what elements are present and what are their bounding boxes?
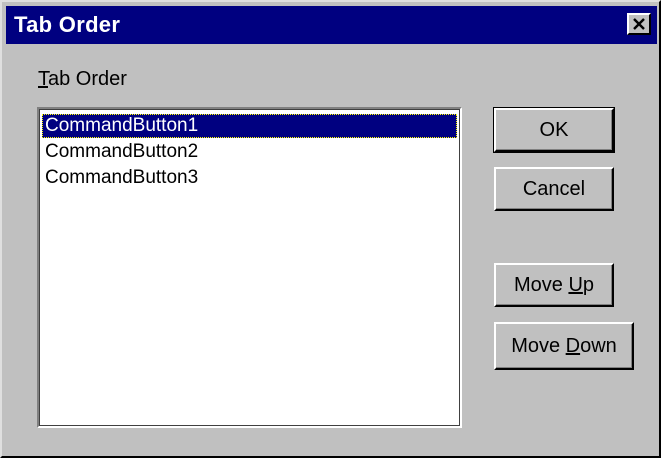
list-item[interactable]: CommandButton2 xyxy=(42,140,201,164)
close-button[interactable] xyxy=(627,13,651,35)
window-title: Tab Order xyxy=(14,12,121,37)
label-mnemonic: T xyxy=(38,68,48,90)
cancel-button-label: Cancel xyxy=(522,177,586,200)
move-up-button[interactable]: Move Up xyxy=(494,263,614,307)
move-down-label: Move Down xyxy=(511,335,617,358)
move-down-button[interactable]: Move Down xyxy=(494,322,634,370)
ok-button-label: OK xyxy=(539,118,569,141)
move-down-mnemonic: D xyxy=(565,334,581,357)
label-text: ab Order xyxy=(48,68,127,90)
move-down-suffix: own xyxy=(580,334,617,357)
move-up-prefix: Move xyxy=(513,273,569,296)
list-item[interactable]: CommandButton3 xyxy=(42,166,201,190)
tab-order-label: Tab Order xyxy=(38,68,127,91)
tab-order-dialog: Tab Order Tab Order CommandButton1 Comma… xyxy=(0,0,661,458)
title-bar[interactable]: Tab Order xyxy=(6,6,657,44)
ok-button[interactable]: OK xyxy=(493,107,615,153)
tab-order-listbox[interactable]: CommandButton1 CommandButton2 CommandBut… xyxy=(37,107,462,428)
move-down-prefix: Move xyxy=(511,334,566,357)
move-up-label: Move Up xyxy=(514,274,594,297)
close-icon xyxy=(632,18,646,30)
list-item[interactable]: CommandButton1 xyxy=(42,114,457,138)
move-up-mnemonic: U xyxy=(568,273,583,296)
cancel-button[interactable]: Cancel xyxy=(494,167,614,211)
move-up-suffix: p xyxy=(582,273,595,296)
